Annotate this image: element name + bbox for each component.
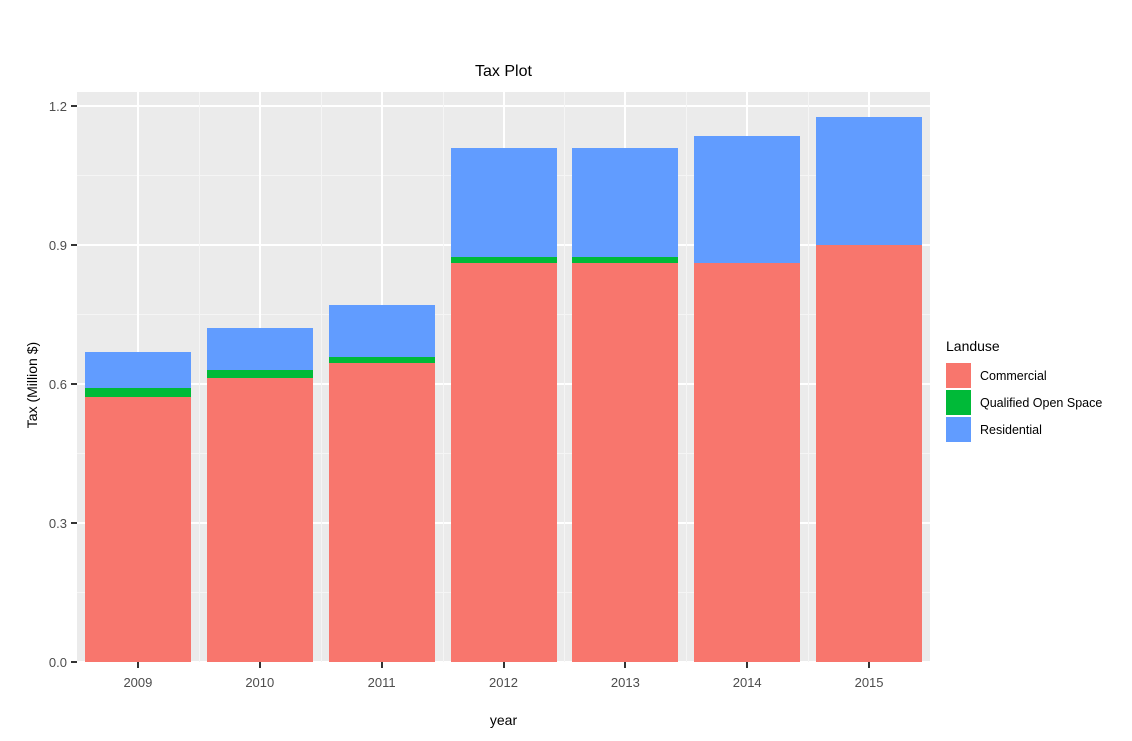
chart-title: Tax Plot (475, 63, 532, 80)
bar-group[interactable] (572, 92, 679, 662)
bar-segment[interactable] (206, 328, 313, 371)
y-axis-tick-mark (71, 382, 77, 385)
y-axis-tick-label: 0.9 (48, 237, 67, 253)
bar-segment[interactable] (206, 370, 313, 378)
y-axis-tick-label: 0.3 (48, 515, 67, 531)
x-axis-tick-mark (624, 662, 627, 668)
bar-group[interactable] (328, 92, 435, 662)
legend-item-label: Residential (980, 422, 1042, 437)
bar-segment[interactable] (84, 396, 191, 662)
y-axis-tick-label: 0.6 (48, 376, 67, 392)
bar-group[interactable] (206, 92, 313, 662)
x-axis-tick-mark (380, 662, 383, 668)
y-axis-tick-label: 1.2 (48, 98, 67, 114)
y-axis-tick-mark (71, 661, 77, 663)
x-axis-tick-label: 2009 (123, 675, 153, 690)
x-axis-tick-label: 2013 (610, 675, 640, 690)
x-axis-tick-label: 2011 (367, 675, 396, 690)
bar-segment[interactable] (328, 305, 435, 358)
bar-segment[interactable] (694, 136, 801, 263)
bar-segment[interactable] (450, 147, 557, 257)
bar-segment[interactable] (572, 256, 679, 263)
x-axis-tick-label: 2010 (245, 675, 275, 690)
gridline-minor-vertical (442, 92, 444, 662)
bar-segment[interactable] (816, 244, 923, 662)
x-axis-tick-mark (136, 662, 139, 668)
legend-color-swatch (946, 363, 971, 388)
x-axis-tick-mark (258, 662, 261, 668)
legend-color-swatch (946, 417, 971, 442)
bar-segment[interactable] (572, 147, 679, 257)
bar-group[interactable] (694, 92, 801, 662)
x-axis-tick-mark (868, 662, 871, 668)
x-axis-tick-mark (746, 662, 749, 668)
legend-item[interactable]: Commercial (946, 362, 1102, 389)
x-axis-tick-label: 2012 (489, 675, 518, 690)
bar-segment[interactable] (450, 262, 557, 662)
bar-segment[interactable] (84, 351, 191, 389)
bar-segment[interactable] (328, 357, 435, 364)
y-axis-tick-mark (71, 104, 77, 107)
bar-group[interactable] (84, 92, 191, 662)
gridline-minor-vertical (320, 92, 322, 662)
bar-group[interactable] (450, 92, 557, 662)
legend-color-swatch (946, 390, 971, 415)
legend-entries: Commercial Qualified Open Space Residentia… (946, 362, 1102, 443)
legend: Landuse Commercial Qualified Open Space Re… (946, 338, 1102, 443)
bar-segment[interactable] (816, 116, 923, 245)
bar-segment[interactable] (450, 256, 557, 263)
x-axis-tick-label: 2014 (732, 675, 762, 690)
bar-segment[interactable] (84, 388, 191, 397)
legend-item[interactable]: Qualified Open Space (946, 389, 1102, 416)
x-axis-tick-label: 2015 (854, 675, 884, 690)
y-axis-tick-mark (71, 521, 77, 524)
bar-group[interactable] (816, 92, 923, 662)
y-axis-tick-mark (71, 243, 77, 246)
legend-title: Landuse (946, 338, 1000, 354)
x-axis-title: year (489, 712, 518, 728)
y-axis-tick-label: 0.0 (48, 655, 67, 670)
gridline-minor-vertical (564, 92, 566, 662)
gridline-minor-vertical (198, 92, 200, 662)
legend-item-label: Commercial (980, 368, 1047, 383)
bar-segment[interactable] (206, 377, 313, 662)
gridline-minor-vertical (686, 92, 688, 662)
bar-segment[interactable] (572, 262, 679, 662)
legend-item-label: Qualified Open Space (980, 395, 1103, 410)
gridline-minor-vertical (808, 92, 810, 662)
plot-panel (77, 92, 930, 663)
tax-plot-chart: Tax Plot Tax (Million $) year Landuse Co… (0, 0, 1132, 741)
x-axis-tick-mark (502, 662, 505, 668)
legend-item[interactable]: Residential (946, 416, 1102, 443)
bar-segment[interactable] (694, 262, 801, 662)
bar-segment[interactable] (328, 363, 435, 662)
